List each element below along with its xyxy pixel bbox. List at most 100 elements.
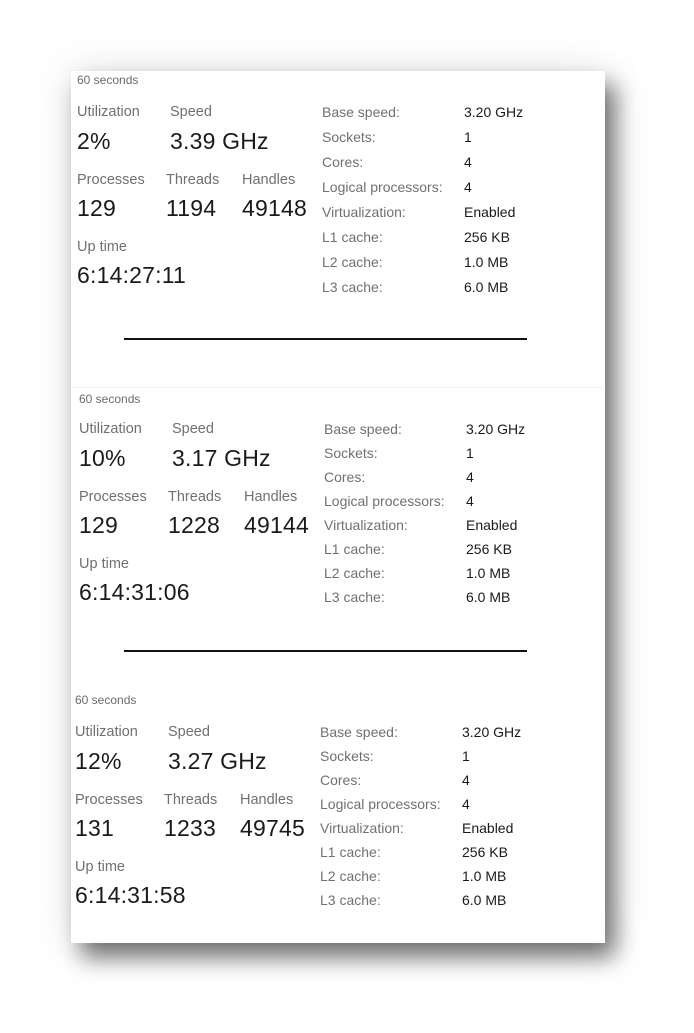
uptime-value: 6:14:31:58 [75,882,186,908]
spec-row-base-speed: Base speed: 3.20 GHz [322,104,582,129]
spec-row-base-speed: Base speed: 3.20 GHz [320,724,580,748]
spec-value: 4 [464,179,472,195]
uptime-label: Up time [77,239,127,255]
threads-value: 1228 [168,512,220,538]
spec-row-l2-cache: L2 cache: 1.0 MB [324,565,584,589]
uptime-label: Up time [75,859,125,875]
spec-value: 6.0 MB [462,892,507,908]
spec-value: Enabled [466,517,518,533]
spec-value: 3.20 GHz [464,104,524,120]
graph-timespan-label: 60 seconds [79,392,141,406]
spec-value: 3.20 GHz [462,724,522,740]
spec-value: 4 [466,493,474,509]
cpu-specs-table: Base speed: 3.20 GHz Sockets: 1 Cores: 4 Lo… [324,421,584,613]
speed-label: Speed [172,421,214,437]
spec-label: Logical processors: [320,796,441,812]
spec-value: 1.0 MB [466,565,511,581]
spec-label: L3 cache: [322,279,383,295]
spec-row-virtualization: Virtualization: Enabled [322,204,582,229]
spec-label: L1 cache: [320,844,381,860]
handles-label: Handles [244,489,298,505]
spec-value: 256 KB [464,229,510,245]
speed-value: 3.39 GHz [170,128,269,154]
spec-row-logical-processors: Logical processors: 4 [322,179,582,204]
cpu-specs-table: Base speed: 3.20 GHz Sockets: 1 Cores: 4 Lo… [322,104,582,304]
spec-label: Base speed: [322,104,400,120]
spec-value: 256 KB [462,844,508,860]
uptime-label: Up time [79,556,129,572]
spec-row-sockets: Sockets: 1 [320,748,580,772]
graph-timespan-label: 60 seconds [75,693,137,707]
spec-row-l2-cache: L2 cache: 1.0 MB [322,254,582,279]
spec-value: 4 [466,469,474,485]
spec-value: 4 [462,796,470,812]
snapshot-content: 60 seconds Utilization 10% Speed 3.17 GH… [79,388,599,678]
spec-label: Logical processors: [324,493,445,509]
speed-label: Speed [168,724,210,740]
threads-label: Threads [164,792,218,808]
spec-label: Cores: [322,154,364,170]
utilization-value: 12% [75,748,122,774]
spec-value: 1 [462,748,470,764]
spec-value: Enabled [462,820,514,836]
processes-label: Processes [79,489,147,505]
processes-value: 129 [79,512,118,538]
handles-label: Handles [240,792,294,808]
spec-value: 1.0 MB [462,868,507,884]
cpu-snapshot-2: 60 seconds Utilization 10% Speed 3.17 GH… [71,387,605,605]
speed-value: 3.17 GHz [172,445,271,471]
spec-value: 6.0 MB [464,279,509,295]
spec-label: Base speed: [324,421,402,437]
spec-label: L2 cache: [324,565,385,581]
processes-label: Processes [77,172,145,188]
processes-value: 131 [75,815,114,841]
utilization-value: 2% [77,128,111,154]
spec-row-l1-cache: L1 cache: 256 KB [320,844,580,868]
uptime-value: 6:14:27:11 [77,262,187,288]
spec-value: Enabled [464,204,516,220]
spec-value: 4 [462,772,470,788]
spec-row-l3-cache: L3 cache: 6.0 MB [322,279,582,304]
spec-label: Cores: [324,469,366,485]
spec-row-base-speed: Base speed: 3.20 GHz [324,421,584,445]
graph-timespan-label: 60 seconds [77,73,139,87]
section-divider [124,338,527,340]
spec-row-logical-processors: Logical processors: 4 [324,493,584,517]
spec-value: 6.0 MB [466,589,511,605]
spec-row-cores: Cores: 4 [324,469,584,493]
spec-value: 256 KB [466,541,512,557]
handles-value: 49144 [244,512,309,538]
threads-value: 1233 [164,815,216,841]
spec-row-l1-cache: L1 cache: 256 KB [322,229,582,254]
spec-label: Logical processors: [322,179,443,195]
snapshot-content: 60 seconds Utilization 2% Speed 3.39 GHz… [77,71,597,361]
spec-label: L1 cache: [324,541,385,557]
spec-row-virtualization: Virtualization: Enabled [320,820,580,844]
spec-row-cores: Cores: 4 [320,772,580,796]
spec-label: Cores: [320,772,362,788]
threads-label: Threads [168,489,222,505]
spec-value: 4 [464,154,472,170]
cpu-specs-table: Base speed: 3.20 GHz Sockets: 1 Cores: 4 Lo… [320,724,580,916]
utilization-label: Utilization [77,104,140,120]
spec-row-virtualization: Virtualization: Enabled [324,517,584,541]
handles-value: 49148 [242,195,307,221]
section-divider [124,650,527,652]
utilization-label: Utilization [75,724,138,740]
spec-row-l2-cache: L2 cache: 1.0 MB [320,868,580,892]
snapshot-content: 60 seconds Utilization 12% Speed 3.27 GH… [75,691,595,981]
speed-label: Speed [170,104,212,120]
spec-label: Sockets: [322,129,376,145]
spec-label: Sockets: [324,445,378,461]
cpu-performance-snapshots-panel: 60 seconds Utilization 2% Speed 3.39 GHz… [71,71,605,943]
spec-label: L2 cache: [322,254,383,270]
processes-label: Processes [75,792,143,808]
spec-row-sockets: Sockets: 1 [322,129,582,154]
handles-label: Handles [242,172,296,188]
spec-label: Base speed: [320,724,398,740]
utilization-value: 10% [79,445,126,471]
spec-value: 1.0 MB [464,254,509,270]
processes-value: 129 [77,195,116,221]
spec-label: Virtualization: [324,517,408,533]
spec-row-cores: Cores: 4 [322,154,582,179]
